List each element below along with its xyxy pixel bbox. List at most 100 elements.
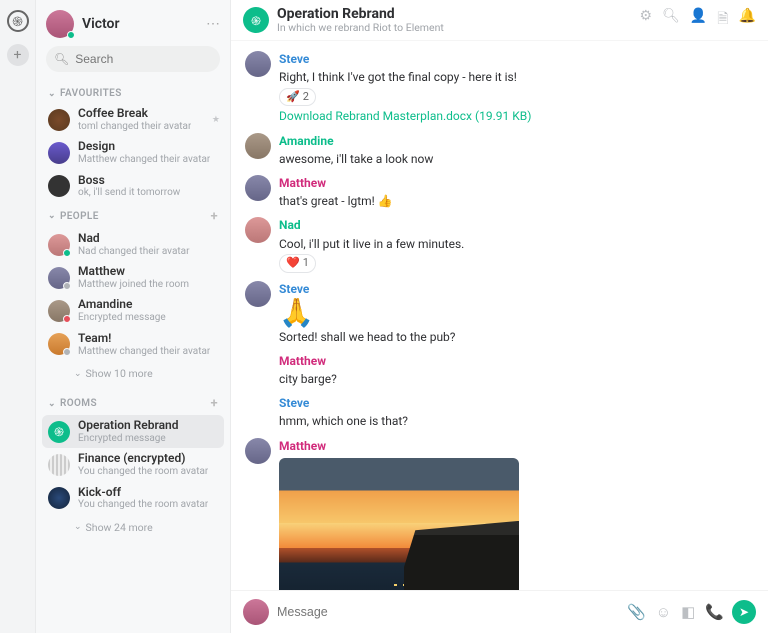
- sender-name[interactable]: Steve: [279, 51, 531, 67]
- section-favourites[interactable]: ⌄ FAVOURITES: [36, 82, 230, 103]
- sender-avatar[interactable]: [245, 51, 271, 77]
- room-list-sidebar: Victor ⋯ 🔍︎ ✦ ⌄ FAVOURITES Coffee Breakt…: [36, 0, 231, 633]
- user-display-name: Victor: [82, 16, 198, 32]
- people-item-matthew[interactable]: MatthewMatthew joined the room: [36, 261, 230, 294]
- room-preview: You changed the room avatar: [78, 499, 208, 511]
- room-header: ֍ Operation Rebrand In which we rebrand …: [231, 0, 768, 41]
- room-header-avatar[interactable]: ֍: [243, 7, 269, 33]
- sender-name[interactable]: Matthew: [279, 353, 337, 369]
- message-text: Sorted! shall we head to the pub?: [279, 329, 455, 345]
- room-avatar: [48, 454, 70, 476]
- message: Matthew that's great - lgtm! 👍: [245, 171, 754, 213]
- voice-call-icon[interactable]: 📞: [705, 603, 724, 621]
- chevron-down-icon: ⌄: [74, 369, 82, 379]
- show-more-people[interactable]: ⌄Show 10 more: [36, 361, 230, 390]
- sender-name[interactable]: Steve: [279, 281, 455, 297]
- sender-name[interactable]: Matthew: [279, 438, 519, 454]
- section-label: PEOPLE: [60, 211, 99, 222]
- emoji-message: 🙏: [279, 299, 455, 327]
- room-title: Amandine: [78, 298, 166, 312]
- show-more-rooms[interactable]: ⌄Show 24 more: [36, 515, 230, 544]
- emoji-icon[interactable]: ☺: [656, 603, 671, 621]
- sender-avatar-placeholder: [245, 353, 271, 387]
- message-text: awesome, i'll take a look now: [279, 151, 433, 167]
- files-icon[interactable]: 🗎: [717, 8, 728, 32]
- section-rooms[interactable]: ⌄ ROOMS +: [36, 390, 230, 415]
- sender-avatar[interactable]: [245, 281, 271, 307]
- room-item-coffee-break[interactable]: Coffee Breaktoml changed their avatar ★: [36, 103, 230, 136]
- room-avatar: [48, 175, 70, 197]
- room-title: Coffee Break: [78, 107, 191, 121]
- sender-avatar[interactable]: [245, 133, 271, 159]
- room-preview: Matthew changed their avatar: [78, 154, 210, 166]
- file-download-link[interactable]: Download Rebrand Masterplan.docx (19.91 …: [279, 108, 531, 124]
- menu-icon[interactable]: ⋯: [206, 16, 220, 32]
- room-title: Matthew: [78, 265, 189, 279]
- add-room-icon[interactable]: +: [210, 396, 218, 411]
- message: Steve 🙏 Sorted! shall we head to the pub…: [245, 277, 754, 349]
- members-icon[interactable]: 👤: [690, 8, 707, 32]
- room-item-kickoff[interactable]: Kick-offYou changed the room avatar: [36, 482, 230, 515]
- message: Matthew city barge?: [245, 349, 754, 391]
- room-header-title: Operation Rebrand: [277, 6, 444, 22]
- sender-avatar[interactable]: [245, 175, 271, 201]
- room-preview: ok, i'll send it tomorrow: [78, 187, 180, 199]
- reaction-pill[interactable]: ❤️1: [279, 254, 316, 273]
- room-item-design[interactable]: DesignMatthew changed their avatar: [36, 136, 230, 169]
- image-attachment[interactable]: [279, 458, 519, 590]
- search-icon: 🔍︎: [54, 52, 69, 66]
- attach-icon[interactable]: 📎: [627, 603, 646, 621]
- composer-input[interactable]: [277, 605, 619, 619]
- person-avatar: [48, 267, 70, 289]
- room-preview: Encrypted message: [78, 312, 166, 324]
- sender-name[interactable]: Nad: [279, 217, 464, 233]
- search-input[interactable]: [75, 52, 230, 66]
- message: Steve hmm, which one is that?: [245, 391, 754, 433]
- reaction-pill[interactable]: 🚀2: [279, 88, 316, 107]
- sticker-icon[interactable]: ◧: [681, 603, 695, 621]
- section-people[interactable]: ⌄ PEOPLE +: [36, 203, 230, 228]
- room-view: ֍ Operation Rebrand In which we rebrand …: [231, 0, 768, 633]
- message-text: hmm, which one is that?: [279, 413, 408, 429]
- room-title: Design: [78, 140, 210, 154]
- room-item-boss[interactable]: Bossok, i'll send it tomorrow: [36, 170, 230, 203]
- user-header[interactable]: Victor ⋯: [36, 0, 230, 46]
- sender-name[interactable]: Amandine: [279, 133, 433, 149]
- people-item-nad[interactable]: NadNad changed their avatar: [36, 228, 230, 261]
- room-avatar: ֍: [48, 421, 70, 443]
- send-button[interactable]: ➤: [732, 600, 756, 624]
- chevron-down-icon: ⌄: [48, 89, 56, 99]
- sender-avatar-placeholder: [245, 395, 271, 429]
- sender-avatar[interactable]: [245, 217, 271, 243]
- room-preview: You changed the room avatar: [78, 466, 208, 478]
- room-title: Operation Rebrand: [78, 419, 179, 433]
- chevron-down-icon: ⌄: [74, 522, 82, 532]
- message: Steve Right, I think I've got the final …: [245, 47, 754, 128]
- sender-avatar[interactable]: [245, 438, 271, 464]
- settings-icon[interactable]: ⚙: [640, 8, 653, 32]
- room-preview: Encrypted message: [78, 433, 179, 445]
- room-preview: Nad changed their avatar: [78, 246, 190, 258]
- message-timeline[interactable]: Steve Right, I think I've got the final …: [231, 41, 768, 590]
- element-logo-icon: ֍: [12, 12, 23, 30]
- sender-name[interactable]: Steve: [279, 395, 408, 411]
- people-item-amandine[interactable]: AmandineEncrypted message: [36, 294, 230, 327]
- room-title: Kick-off: [78, 486, 208, 500]
- chevron-down-icon: ⌄: [48, 211, 56, 221]
- search-room-icon[interactable]: 🔍︎: [662, 8, 680, 32]
- room-item-finance[interactable]: Finance (encrypted)You changed the room …: [36, 448, 230, 481]
- person-avatar: [48, 333, 70, 355]
- add-space-button[interactable]: +: [7, 44, 29, 66]
- home-space[interactable]: ֍: [7, 10, 29, 32]
- add-person-icon[interactable]: +: [210, 209, 218, 224]
- notifications-icon[interactable]: 🔔: [739, 8, 756, 32]
- message-text: city barge?: [279, 371, 337, 387]
- room-avatar: [48, 109, 70, 131]
- composer-avatar: [243, 599, 269, 625]
- search-box[interactable]: 🔍︎ ✦: [46, 46, 220, 72]
- room-item-operation-rebrand[interactable]: ֍ Operation RebrandEncrypted message: [42, 415, 224, 448]
- sender-name[interactable]: Matthew: [279, 175, 393, 191]
- people-item-team[interactable]: Team!Matthew changed their avatar: [36, 328, 230, 361]
- room-preview: Matthew changed their avatar: [78, 346, 210, 358]
- room-avatar: [48, 142, 70, 164]
